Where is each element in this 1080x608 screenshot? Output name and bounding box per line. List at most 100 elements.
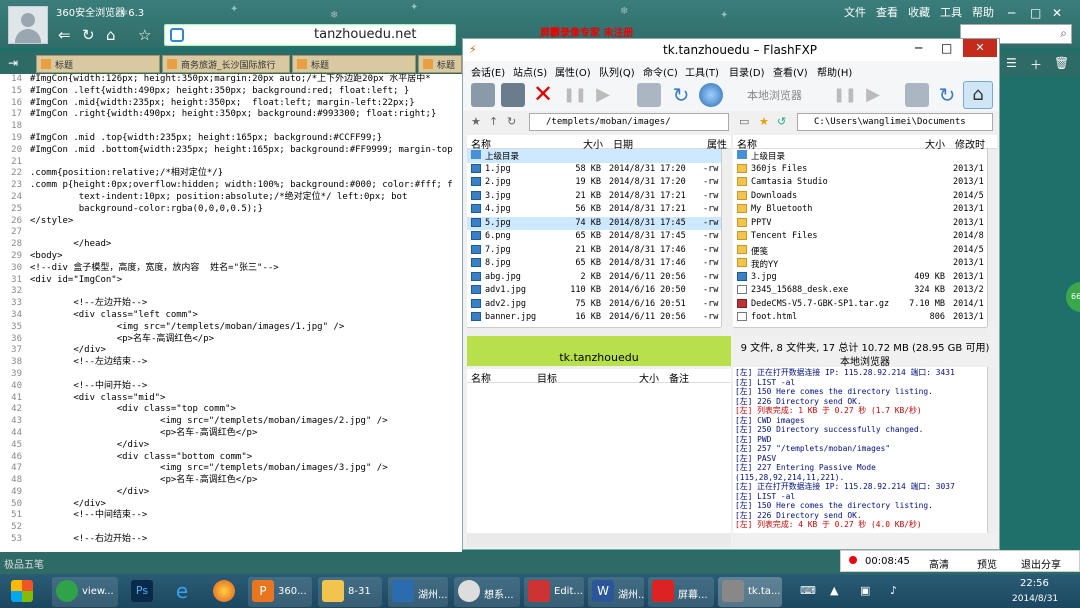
menu-tools[interactable]: 工具 — [940, 6, 962, 19]
local-pause-icon[interactable]: ❚❚ — [833, 83, 857, 107]
code-line[interactable]: 41 <div class="mid"> — [0, 393, 462, 405]
local-file-row[interactable]: 2345_15688_desk.exe 324 KB 2013/2 — [733, 284, 987, 298]
code-line[interactable]: 44 <p>名车-高调红色</p> — [0, 428, 462, 440]
refresh-icon[interactable]: ↻ — [82, 26, 95, 44]
remote-file-row[interactable]: 2.jpg 19 KB 2014/8/31 17:20 -rw — [467, 176, 721, 190]
code-line[interactable]: 40 <!--中间开始--> — [0, 381, 462, 393]
code-line[interactable]: 30 <!--div 盒子模型，高度，宽度，放内容 姓名="张三"--> — [0, 263, 462, 275]
log-scrollbar[interactable] — [987, 367, 997, 533]
code-text[interactable]: <!--左边结束--> — [30, 357, 147, 369]
local-file-row[interactable]: foot.html 806 2013/1 — [733, 311, 987, 325]
transfer-icon[interactable] — [637, 83, 661, 107]
code-text[interactable]: </div> — [30, 499, 106, 511]
maximize-icon[interactable]: □ — [1030, 6, 1041, 20]
code-line[interactable]: 17 #ImgCon .right{width:490px; height:350… — [0, 109, 462, 121]
code-text[interactable]: </head> — [30, 239, 111, 251]
code-text[interactable]: <!--左边开始--> — [30, 298, 147, 310]
code-line[interactable]: 43 <img src="/templets/moban/images/2.jp… — [0, 416, 462, 428]
abort-icon[interactable]: ✕ — [531, 82, 555, 107]
taskbar-item-10[interactable]: 屏幕... — [648, 577, 714, 607]
code-line[interactable]: 36 <p>名车-高调红色</p> — [0, 334, 462, 346]
clock-time[interactable]: 22:56 — [1020, 578, 1049, 589]
remote-file-row[interactable]: abg.jpg 2 KB 2014/6/11 20:56 -rw — [467, 271, 721, 285]
fxp-menu-options[interactable]: 属性(O) — [555, 64, 591, 79]
code-line[interactable]: 46 <div class="bottom comm"> — [0, 452, 462, 464]
remote-file-row[interactable]: 1.jpg 58 KB 2014/8/31 17:20 -rw — [467, 163, 721, 177]
code-line[interactable]: 37 </div> — [0, 345, 462, 357]
code-line[interactable]: 32 — [0, 286, 462, 298]
code-line[interactable]: 28 </head> — [0, 239, 462, 251]
fxp-close-icon[interactable]: ✕ — [963, 39, 997, 57]
code-line[interactable]: 45 </div> — [0, 440, 462, 452]
code-line[interactable]: 51 <!--中间结束--> — [0, 510, 462, 522]
code-text[interactable]: #ImgCon .left{width:490px; height:350px;… — [30, 86, 409, 98]
code-line[interactable]: 18 — [0, 121, 462, 133]
code-text[interactable]: </style> — [30, 216, 73, 228]
start-button[interactable] — [2, 577, 42, 607]
code-line[interactable]: 31 <div id="ImgCon"> — [0, 275, 462, 287]
local-transfer-icon[interactable] — [905, 83, 929, 107]
code-text[interactable]: .comm{position:relative;/*相对定位*/} — [30, 168, 223, 180]
remote-file-row[interactable]: banner.jpg 16 KB 2014/6/11 20:56 -rw — [467, 311, 721, 325]
volume-icon[interactable]: ♪ — [890, 584, 897, 597]
ime-indicator[interactable]: 极品五笔 — [4, 556, 44, 571]
code-line[interactable]: 53 <!--右边开始--> — [0, 534, 462, 546]
remote-refresh-small-icon[interactable]: ↻ — [507, 115, 516, 128]
code-line[interactable]: 42 <div class="top comm"> — [0, 404, 462, 416]
queue-list[interactable] — [467, 383, 731, 533]
fxp-menu-session[interactable]: 会话(E) — [471, 64, 505, 79]
code-line[interactable]: 35 <img src="/templets/moban/images/1.jp… — [0, 322, 462, 334]
local-home-icon[interactable]: ⌂ — [963, 81, 993, 109]
user-avatar[interactable] — [8, 6, 48, 44]
local-file-row[interactable]: PPTV 2013/1 — [733, 217, 987, 231]
code-text[interactable]: <img src="/templets/moban/images/3.jpg" … — [30, 463, 388, 475]
home-icon[interactable]: ⌂ — [106, 26, 116, 44]
code-text[interactable]: <body> — [30, 251, 63, 263]
code-line[interactable]: 33 <!--左边开始--> — [0, 298, 462, 310]
minimize-icon[interactable]: ─ — [1008, 6, 1015, 20]
fxp-menu-view[interactable]: 查看(V) — [773, 64, 808, 79]
local-vertical-scrollbar[interactable] — [987, 149, 997, 327]
local-file-row[interactable]: Downloads 2014/5 — [733, 190, 987, 204]
code-text[interactable]: <!--右边开始--> — [30, 534, 147, 546]
code-text[interactable]: #ImgCon{width:126px; height:350px;margin… — [30, 74, 431, 86]
code-text[interactable]: .comm p{height:0px;overflow:hidden; widt… — [30, 180, 453, 192]
remote-up-icon[interactable]: ↑ — [489, 115, 498, 128]
taskbar-item-0[interactable]: view... — [52, 577, 118, 607]
remote-file-row[interactable]: 4.jpg 56 KB 2014/8/31 17:21 -rw — [467, 203, 721, 217]
code-line[interactable]: 21 — [0, 157, 462, 169]
code-line[interactable]: 14 #ImgCon{width:126px; height:350px;marg… — [0, 74, 462, 86]
tab-4[interactable]: 标题 — [418, 55, 462, 73]
local-file-row[interactable]: 360js Files 2013/1 — [733, 163, 987, 177]
remote-vertical-scrollbar[interactable] — [721, 149, 731, 327]
code-text[interactable]: <!--div 盒子模型，高度，宽度，放内容 姓名="张三"--> — [30, 263, 279, 275]
play-icon[interactable]: ▶ — [591, 83, 615, 107]
back-icon[interactable]: ⇐ — [58, 26, 71, 44]
network-icon[interactable]: ▣ — [860, 584, 870, 597]
fxp-minimize-icon[interactable]: ─ — [915, 41, 922, 55]
search-icon[interactable]: ⌕ — [1060, 26, 1067, 41]
fxp-menu-commands[interactable]: 命令(C) — [643, 64, 678, 79]
fxp-maximize-icon[interactable]: □ — [941, 41, 952, 55]
favorite-star-icon[interactable]: ☆ — [138, 26, 151, 44]
code-text[interactable]: </div> — [30, 440, 150, 452]
clock-date[interactable]: 2014/8/31 — [1012, 594, 1058, 604]
taskbar-item-photoshop[interactable]: Ps — [124, 577, 160, 607]
fxp-menu-directory[interactable]: 目录(D) — [729, 64, 765, 79]
code-line[interactable]: 49 </div> — [0, 487, 462, 499]
code-line[interactable]: 20 #ImgCon .mid .bottom{width:235px; heig… — [0, 145, 462, 157]
sidebar-toggle-icon[interactable]: ⇥ — [8, 56, 18, 70]
local-file-row[interactable]: 上级目录 — [733, 149, 987, 163]
code-text[interactable]: <div id="ImgCon"> — [30, 275, 122, 287]
local-file-row[interactable]: DedeCMS-V5.7-GBK-SP1.tar.gz 7.10 MB 2014/1 — [733, 298, 987, 312]
code-line[interactable]: 24 text-indent:10px; position:absolute;/… — [0, 192, 462, 204]
session-log[interactable]: [左] 正在打开数据连接 IP: 115.28.92.214 端口: 3431[… — [733, 367, 997, 533]
code-line[interactable]: 19 #ImgCon .mid .top{width:235px; height:… — [0, 133, 462, 145]
remote-file-row[interactable]: 8.jpg 65 KB 2014/8/31 17:46 -rw — [467, 257, 721, 271]
connect-icon[interactable] — [471, 83, 495, 107]
taskbar-item-6[interactable]: 湖州... — [388, 577, 448, 607]
code-text[interactable]: #ImgCon .mid .top{width:235px; height:16… — [30, 133, 382, 145]
keyboard-icon[interactable]: ⌨ — [800, 584, 816, 597]
code-line[interactable]: 23 .comm p{height:0px;overflow:hidden; wi… — [0, 180, 462, 192]
fxp-menu-sites[interactable]: 站点(S) — [513, 64, 547, 79]
